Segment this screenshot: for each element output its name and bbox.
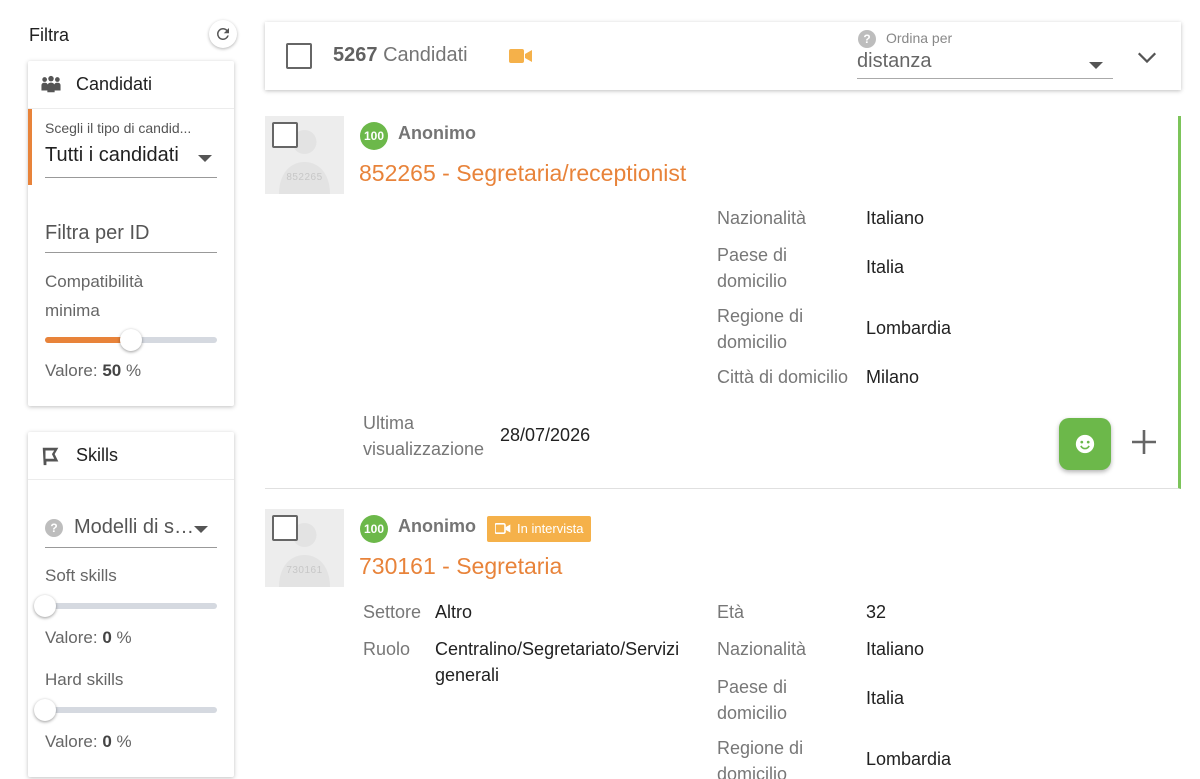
field-value: Italia	[866, 688, 905, 708]
score-badge: 100	[360, 122, 388, 150]
field-label: Regione di domicilio	[717, 306, 804, 352]
compat-value-prefix: Valore:	[45, 361, 98, 380]
field-label: Settore	[363, 602, 422, 622]
results-toolbar: 5267 Candidati ? Ordina per distanza	[265, 22, 1181, 90]
chevron-down-icon	[198, 155, 212, 162]
avatar-id: 852265	[286, 172, 323, 183]
skills-card-header[interactable]: Skills	[28, 432, 234, 480]
avatar-id: 730161	[286, 565, 323, 576]
filter-id-input[interactable]: Filtra per ID	[45, 221, 217, 253]
candidates-filter-card: Candidati Scegli il tipo di candid... Tu…	[28, 61, 234, 406]
skills-filter-card: Skills ? Modelli di so... Soft skills Va…	[28, 432, 234, 777]
soft-value-prefix: Valore:	[45, 628, 98, 647]
candidates-card-header[interactable]: Candidati	[28, 61, 234, 109]
soft-skills-slider-thumb[interactable]	[34, 595, 56, 617]
field-value: Italiano	[866, 208, 925, 228]
field-value: Italia	[866, 257, 905, 277]
compat-value-unit: %	[126, 361, 142, 380]
compat-slider-fill	[45, 337, 131, 343]
field-value: Milano	[866, 367, 920, 387]
field-value: Centralino/Segretariato/Servizi generali	[435, 639, 680, 685]
candidate-checkbox[interactable]	[272, 122, 298, 148]
field-value: Italiano	[866, 639, 925, 659]
candidate-card[interactable]: 730161 100 Anonimo In intervista 730161 …	[265, 509, 1181, 779]
order-by-label: Ordina per	[886, 30, 953, 46]
candidate-name: Anonimo	[398, 123, 476, 143]
reset-filters-button[interactable]	[209, 20, 237, 48]
soft-skills-slider[interactable]	[34, 595, 217, 617]
compat-value-number: 50	[102, 361, 122, 380]
field-label: Regione di domicilio	[717, 738, 804, 779]
candidate-type-value: Tutti i candidati	[45, 144, 179, 166]
help-icon: ?	[45, 519, 63, 537]
candidate-type-hint: Scegli il tipo di candid...	[45, 120, 192, 136]
select-underline	[45, 177, 217, 178]
candidate-type-select[interactable]: Scegli il tipo di candid... Tutti i cand…	[28, 109, 234, 185]
soft-skills-label: Soft skills	[45, 566, 117, 585]
field-value: Lombardia	[866, 749, 952, 769]
skill-models-placeholder: Modelli di so...	[74, 516, 198, 538]
hard-skills-slider-thumb[interactable]	[34, 699, 56, 721]
video-filter-icon[interactable]	[509, 48, 533, 64]
status-badge: In intervista	[487, 516, 592, 542]
field-label: Età	[717, 602, 745, 622]
hard-value-number: 0	[102, 732, 112, 751]
score-badge: 100	[360, 515, 388, 543]
hard-value-prefix: Valore:	[45, 732, 98, 751]
field-value: 32	[866, 602, 887, 622]
candidates-card-title: Candidati	[76, 74, 153, 94]
field-value: 28/07/2026	[500, 425, 591, 445]
soft-skills-value: Valore: 0 %	[45, 628, 132, 648]
skills-card-title: Skills	[76, 445, 119, 465]
flag-icon	[42, 447, 59, 465]
field-label: Paese di domicilio	[717, 677, 788, 723]
field-value: Altro	[435, 602, 473, 622]
field-label: Paese di domicilio	[717, 245, 788, 291]
candidate-title-link[interactable]: 852265 - Segretaria/receptionist	[359, 160, 686, 187]
video-icon	[495, 523, 511, 534]
field-label: Nazionalità	[717, 208, 807, 228]
soft-value-unit: %	[116, 628, 132, 647]
field-label: Nazionalità	[717, 639, 807, 659]
help-icon: ?	[858, 30, 876, 48]
candidate-card[interactable]: 852265 100 Anonimo 852265 - Segretaria/r…	[265, 116, 1181, 489]
candidate-checkbox[interactable]	[272, 515, 298, 541]
candidate-count-label: Candidati	[383, 44, 468, 66]
candidate-name: Anonimo	[398, 516, 476, 536]
field-label: Ultima visualizzazione	[363, 413, 485, 459]
field-value: Lombardia	[866, 318, 952, 338]
filter-title: Filtra	[29, 25, 69, 45]
skill-models-select[interactable]: ? Modelli di so...	[45, 510, 217, 548]
order-by-value: distanza	[857, 50, 932, 72]
soft-value-number: 0	[102, 628, 112, 647]
compat-slider-thumb[interactable]	[120, 329, 142, 351]
expand-chevron-icon[interactable]	[1136, 46, 1158, 68]
compat-label: Compatibilità minima	[45, 272, 144, 320]
status-badge-label: In intervista	[517, 521, 584, 536]
candidate-count-number: 5267	[333, 44, 378, 66]
hard-value-unit: %	[116, 732, 132, 751]
chevron-down-icon	[194, 526, 208, 533]
candidate-count: 5267 Candidati	[333, 44, 468, 67]
compat-slider[interactable]	[45, 329, 217, 351]
field-label: Ruolo	[363, 639, 411, 659]
field-label: Città di domicilio	[717, 367, 849, 387]
people-icon	[41, 75, 61, 92]
order-by-select[interactable]: distanza	[857, 50, 1113, 79]
compat-value: Valore: 50 %	[45, 361, 141, 381]
hard-skills-slider[interactable]	[34, 699, 217, 721]
add-icon[interactable]	[1131, 429, 1157, 455]
refresh-icon	[216, 27, 229, 40]
contact-button[interactable]	[1059, 418, 1111, 470]
select-all-checkbox[interactable]	[286, 43, 312, 69]
hard-skills-label: Hard skills	[45, 670, 124, 689]
chevron-down-icon	[1089, 62, 1103, 69]
hard-skills-value: Valore: 0 %	[45, 732, 132, 752]
smiley-icon	[1075, 434, 1095, 454]
candidate-title-link[interactable]: 730161 - Segretaria	[359, 553, 562, 580]
